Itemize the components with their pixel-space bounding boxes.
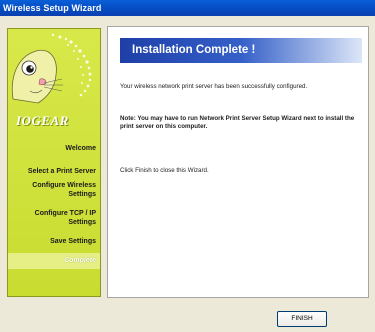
- step-select-print-server: Select a Print Server: [27, 168, 96, 175]
- step-complete: Complete: [8, 253, 100, 269]
- finish-button[interactable]: FINISH: [277, 311, 327, 327]
- step-configure-wireless: Configure Wireless Settings: [32, 182, 96, 198]
- content-panel: Installation Complete ! Your wireless ne…: [107, 26, 369, 298]
- window-title: Wireless Setup Wizard: [0, 0, 375, 16]
- step-configure-tcpip: Configure TCP / IP Settings: [34, 210, 96, 226]
- note-message: Note: You may have to run Network Print …: [120, 115, 355, 130]
- step-save-settings: Save Settings: [50, 238, 96, 245]
- mascot-logo-icon: [11, 33, 92, 104]
- success-message: Your wireless network print server has b…: [120, 83, 308, 90]
- instruction-message: Click Finish to close this Wizard.: [120, 167, 209, 174]
- step-welcome: Welcome: [65, 145, 96, 152]
- page-title: Installation Complete !: [120, 38, 362, 63]
- wizard-sidebar: IOGEAR Welcome Select a Print Server Con…: [7, 28, 101, 297]
- brand-logo: IOGEAR: [16, 113, 69, 128]
- wizard-frame: IOGEAR Welcome Select a Print Server Con…: [0, 16, 375, 332]
